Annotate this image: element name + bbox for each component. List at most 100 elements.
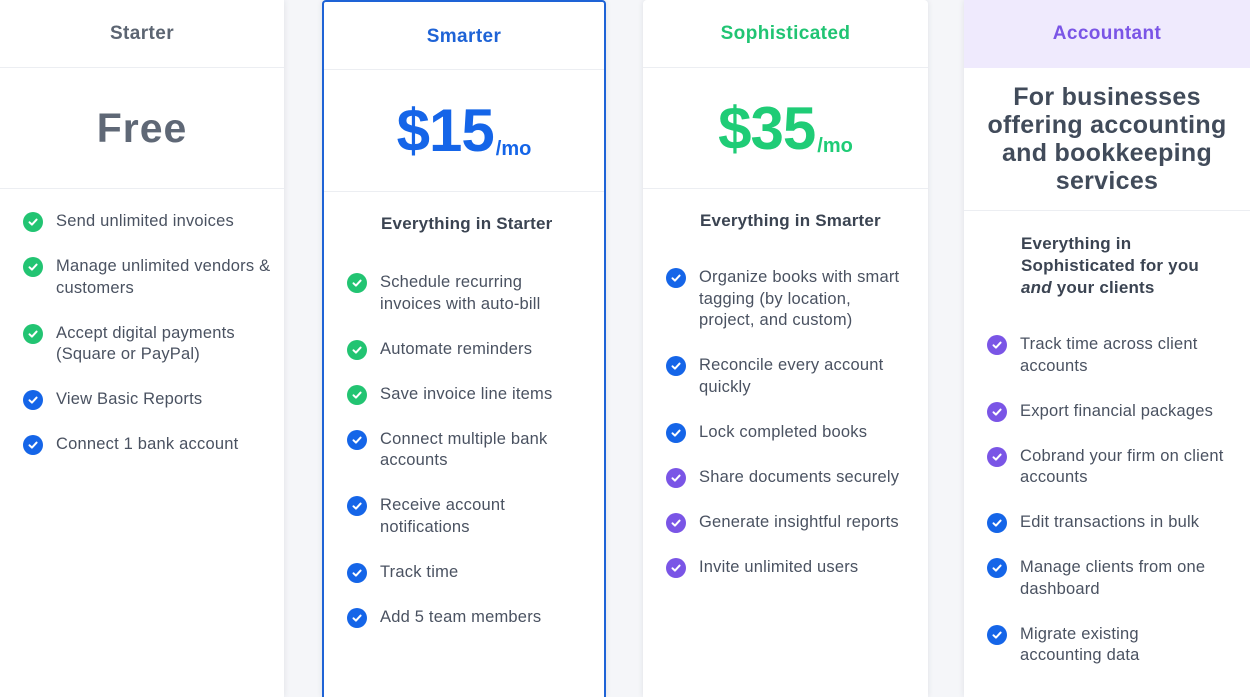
price-unit: /mo (495, 138, 532, 160)
check-circle-icon (666, 512, 686, 533)
feature-item: Automate reminders (347, 339, 604, 361)
feature-text: Lock completed books (699, 422, 868, 441)
check-circle-icon (987, 335, 1007, 355)
check-circle-icon (23, 323, 43, 344)
check-circle-icon (666, 467, 686, 488)
price-section: $35 /mo (643, 68, 928, 189)
feature-list: Organize books with smart tagging (by lo… (643, 231, 928, 578)
feature-item: Connect 1 bank account (23, 434, 284, 456)
feature-text: Reconcile every account quickly (699, 356, 884, 396)
includes-emphasis: and (1021, 278, 1052, 297)
check-circle-icon (666, 422, 686, 443)
check-circle-icon (987, 513, 1007, 533)
feature-text: Edit transactions in bulk (1020, 513, 1200, 531)
feature-text: Export financial packages (1020, 401, 1214, 420)
feature-text: Invite unlimited users (699, 557, 859, 576)
check-circle-icon (666, 557, 686, 578)
check-circle-icon (987, 558, 1007, 578)
check-circle-icon (347, 607, 367, 628)
feature-text: Save invoice line items (380, 384, 553, 403)
feature-text: View Basic Reports (56, 390, 203, 408)
feature-text: Connect multiple bank accounts (380, 429, 548, 470)
check-circle-icon (347, 273, 367, 293)
check-circle-icon (347, 429, 367, 450)
plan-price: Free (96, 104, 188, 151)
feature-item: Generate insightful reports (666, 512, 928, 534)
check-circle-icon (347, 562, 367, 583)
plan-price: $35 (718, 94, 816, 162)
check-circle-icon (666, 268, 686, 288)
feature-item: Manage unlimited vendors & customers (23, 256, 284, 299)
check-circle-icon (987, 446, 1007, 467)
feature-text: Track time across client accounts (1020, 335, 1198, 375)
plan-title: Starter (0, 0, 284, 68)
feature-item: Accept digital payments (Square or PayPa… (23, 323, 284, 366)
plan-card-starter: Starter Free Send unlimited invoices Mana… (0, 0, 284, 697)
feature-list: Send unlimited invoices Manage unlimited … (0, 189, 284, 456)
check-circle-icon (347, 339, 367, 360)
plan-card-smarter[interactable]: Smarter $15 /mo Everything in Starter Sc… (322, 0, 606, 697)
plan-card-sophisticated: Sophisticated $35 /mo Everything in Smar… (643, 0, 928, 697)
feature-text: Organize books with smart tagging (by lo… (699, 268, 900, 329)
feature-item: Lock completed books (666, 422, 928, 444)
plan-card-accountant: Accountant For businesses offering accou… (964, 0, 1250, 697)
check-circle-icon (23, 435, 43, 455)
feature-text: Accept digital payments (Square or PayPa… (56, 323, 235, 364)
check-circle-icon (987, 624, 1007, 645)
feature-text: Receive account notifications (380, 496, 505, 536)
feature-text: Generate insightful reports (699, 512, 899, 531)
feature-item: Schedule recurring invoices with auto-bi… (347, 272, 604, 315)
feature-text: Automate reminders (380, 339, 533, 358)
feature-item: Track time across client accounts (987, 334, 1250, 377)
feature-item: Cobrand your firm on client accounts (987, 446, 1250, 489)
price-unit: /mo (817, 135, 853, 157)
feature-text: Schedule recurring invoices with auto-bi… (380, 273, 541, 313)
plan-description: For businesses offering accounting and b… (987, 83, 1227, 195)
feature-item: Edit transactions in bulk (987, 512, 1250, 534)
feature-text: Share documents securely (699, 467, 900, 486)
check-circle-icon (23, 390, 43, 410)
feature-item: Receive account notifications (347, 495, 604, 538)
feature-item: Share documents securely (666, 467, 928, 489)
feature-text: Cobrand your firm on client accounts (1020, 446, 1224, 487)
feature-item: Export financial packages (987, 401, 1250, 423)
feature-text: Manage clients from one dashboard (1020, 558, 1206, 598)
feature-item: Organize books with smart tagging (by lo… (666, 267, 928, 332)
feature-item: Manage clients from one dashboard (987, 557, 1250, 600)
feature-item: Migrate existing accounting data (987, 624, 1250, 667)
feature-list: Schedule recurring invoices with auto-bi… (324, 234, 604, 628)
feature-list: Track time across client accounts Export … (964, 299, 1250, 667)
feature-text: Manage unlimited vendors & customers (56, 257, 271, 297)
check-circle-icon (666, 356, 686, 376)
feature-item: Send unlimited invoices (23, 211, 284, 233)
feature-text: Send unlimited invoices (56, 212, 234, 230)
includes-text: Everything in Sophisticated for you (1021, 234, 1199, 275)
includes-note: Everything in Sophisticated for you and … (964, 211, 1204, 299)
feature-item: Reconcile every account quickly (666, 355, 928, 398)
price-section: $15 /mo (324, 70, 604, 192)
check-circle-icon (347, 384, 367, 405)
includes-note: Everything in Smarter (700, 211, 881, 230)
feature-item: View Basic Reports (23, 389, 284, 411)
feature-text: Add 5 team members (380, 607, 542, 626)
feature-item: Save invoice line items (347, 384, 604, 406)
plan-price: $15 (396, 97, 495, 164)
description-section: For businesses offering accounting and b… (964, 68, 1250, 211)
check-circle-icon (23, 212, 43, 232)
price-section: Free (0, 68, 284, 189)
plan-title: Smarter (324, 2, 604, 70)
feature-item: Add 5 team members (347, 607, 604, 629)
feature-item: Track time (347, 562, 604, 584)
check-circle-icon (23, 257, 43, 277)
plan-title: Sophisticated (643, 0, 928, 68)
check-circle-icon (347, 496, 367, 516)
feature-item: Invite unlimited users (666, 557, 928, 579)
feature-text: Migrate existing accounting data (1020, 624, 1140, 665)
plan-title: Accountant (964, 0, 1250, 68)
check-circle-icon (987, 401, 1007, 422)
includes-text: your clients (1051, 278, 1155, 297)
feature-text: Track time (380, 562, 459, 581)
includes-note: Everything in Starter (381, 214, 553, 233)
feature-item: Connect multiple bank accounts (347, 429, 604, 472)
feature-text: Connect 1 bank account (56, 435, 239, 453)
